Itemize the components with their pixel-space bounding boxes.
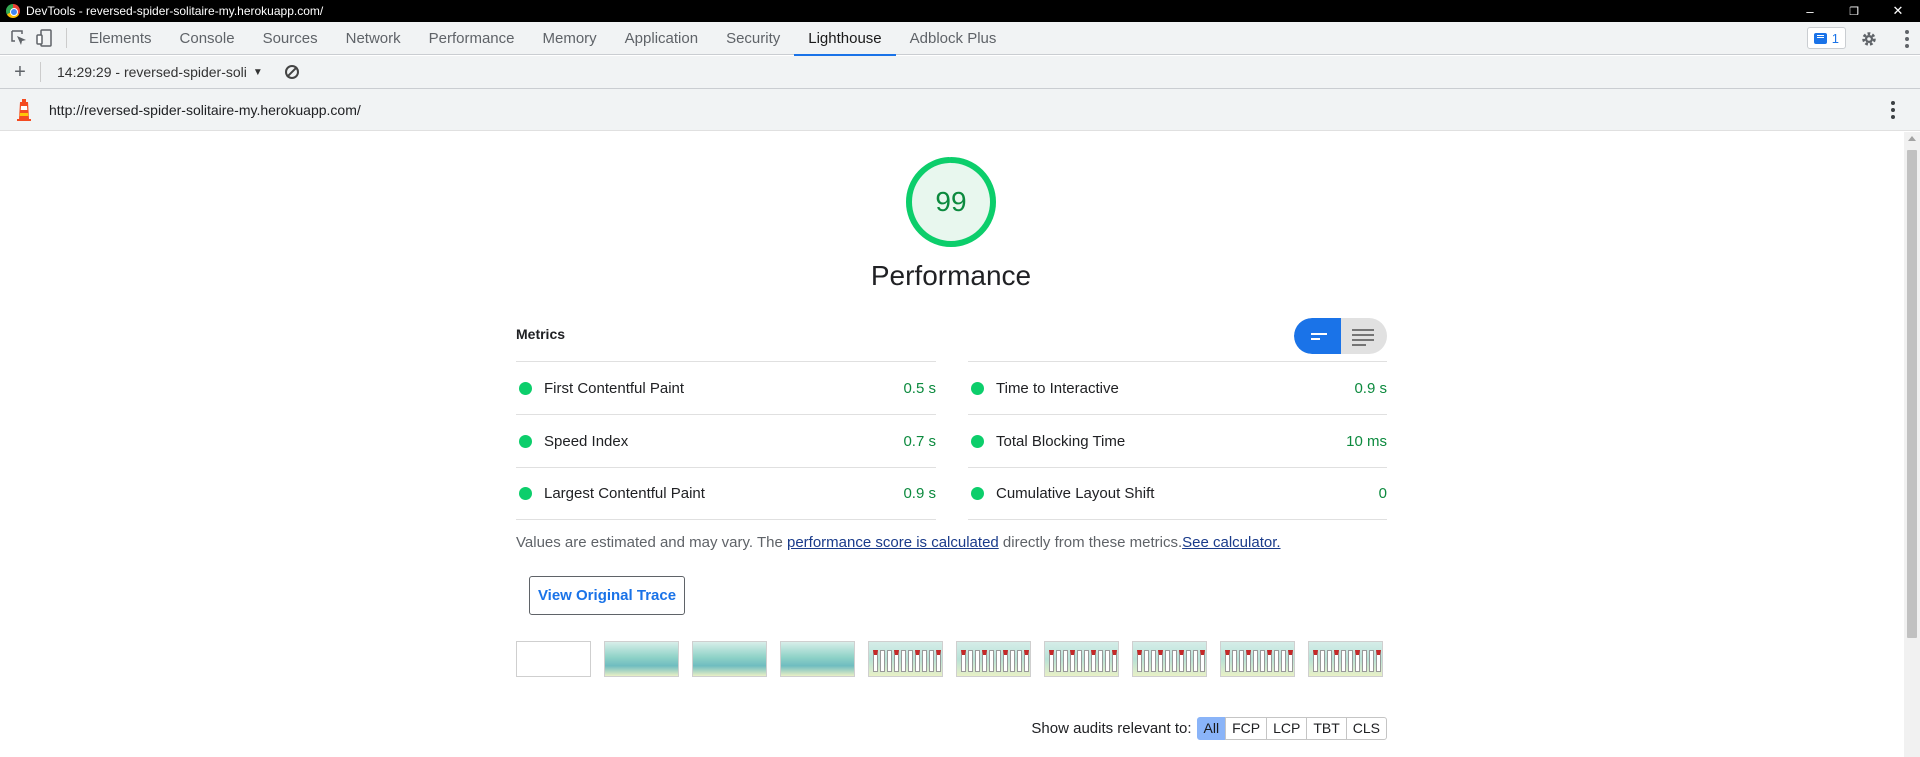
report-menu-icon[interactable] [1890,101,1896,119]
filmstrip-frame [1132,641,1207,677]
toolbar-divider [66,28,67,48]
metric-row: Time to Interactive 0.9 s [968,361,1387,414]
restore-button[interactable]: ❐ [1832,0,1876,22]
metrics-heading: Metrics [516,326,566,342]
tab-adblock-plus[interactable]: Adblock Plus [896,22,1011,55]
filmstrip-frame [956,641,1031,677]
metric-name: Speed Index [544,432,629,450]
report-url-bar: http://reversed-spider-solitaire-my.hero… [0,89,1920,131]
metric-value: 0 [1378,485,1387,502]
lighthouse-report: 99 Performance Metrics First Contentful … [0,132,1904,757]
chrome-icon [6,4,20,18]
issues-count: 1 [1831,30,1839,46]
toolbar-divider [40,62,41,82]
device-toolbar-icon[interactable] [32,25,58,51]
view-original-trace-button[interactable]: View Original Trace [529,576,685,615]
filter-chip-cls[interactable]: CLS [1345,717,1387,740]
metrics-right-column: Time to Interactive 0.9 s Total Blocking T… [968,361,1387,520]
metric-name: First Contentful Paint [544,379,685,397]
tab-memory[interactable]: Memory [529,22,611,55]
metrics-left-column: First Contentful Paint 0.5 s Speed Index 0.… [516,361,936,520]
clear-reports-icon[interactable] [284,65,299,79]
issues-button[interactable]: 1 [1806,27,1846,49]
metric-value: 0.7 s [903,432,936,450]
pass-indicator-icon [971,381,984,395]
tab-elements[interactable]: Elements [75,22,166,55]
new-report-button[interactable]: + [0,61,40,84]
inspect-element-icon[interactable] [6,25,32,51]
filmstrip-frame [868,641,943,677]
metric-row: Cumulative Layout Shift 0 [968,467,1387,520]
metric-name: Total Blocking Time [996,432,1126,450]
filter-chip-all[interactable]: All [1196,717,1227,740]
metrics-note: Values are estimated and may vary. The p… [516,534,1281,551]
lighthouse-toolbar: + 14:29:29 - reversed-spider-soli ▼ [0,56,1920,89]
tab-security[interactable]: Security [712,22,794,55]
window-title: DevTools - reversed-spider-solitaire-my.… [26,4,324,18]
tab-performance[interactable]: Performance [415,22,529,55]
metric-name: Time to Interactive [996,379,1119,397]
note-text: directly from these metrics. [1002,534,1183,551]
filter-chip-tbt[interactable]: TBT [1306,717,1347,740]
pass-indicator-icon [971,487,984,500]
audit-filter: Show audits relevant to: All FCP LCP TBT CLS [1031,717,1387,740]
devtools-tabs: Elements Console Sources Network Performance… [75,22,1011,56]
metric-value: 10 ms [1346,432,1387,450]
metric-row: First Contentful Paint 0.5 s [516,361,936,414]
scrollbar-thumb[interactable] [1907,150,1917,638]
filmstrip-frame [780,641,855,677]
score-calculated-link[interactable]: performance score is calculated [787,534,999,551]
filter-chip-fcp[interactable]: FCP [1225,717,1268,740]
pass-indicator-icon [519,487,532,500]
filter-chip-lcp[interactable]: LCP [1266,717,1308,740]
tab-application[interactable]: Application [611,22,712,55]
pass-indicator-icon [971,434,984,448]
tab-console[interactable]: Console [166,22,249,55]
pass-indicator-icon [519,381,532,395]
performance-score: 99 [935,186,967,217]
close-button[interactable]: ✕ [1876,0,1920,22]
category-title: Performance [870,260,1032,291]
filmstrip-frame [1044,641,1119,677]
minimize-button[interactable]: – [1788,0,1832,22]
vertical-scrollbar[interactable] [1904,132,1920,757]
dropdown-caret-icon: ▼ [252,66,263,78]
issues-icon [1813,32,1827,44]
metrics-view-toggle[interactable] [1294,318,1387,354]
filmstrip-frame [1308,641,1383,677]
metric-value: 0.9 s [1354,379,1387,397]
window-title-bar: DevTools - reversed-spider-solitaire-my.… [0,0,1920,22]
devtools-tab-bar: Elements Console Sources Network Performance… [0,22,1920,56]
more-options-icon[interactable] [1904,30,1910,48]
note-text: Values are estimated and may vary. The [516,534,783,551]
filmstrip-frame [1220,641,1295,677]
metric-value: 0.5 s [903,379,936,397]
tab-network[interactable]: Network [332,22,415,55]
see-calculator-link[interactable]: See calculator. [1182,534,1280,551]
report-selector[interactable]: 14:29:29 - reversed-spider-soli ▼ [57,64,263,80]
lighthouse-logo-icon [17,98,31,121]
pass-indicator-icon [519,434,532,448]
tab-sources[interactable]: Sources [249,22,332,55]
report-url: http://reversed-spider-solitaire-my.hero… [49,101,361,118]
filmstrip-frame [604,641,679,677]
compact-view-button[interactable] [1294,318,1341,354]
metric-value: 0.9 s [903,485,936,502]
settings-gear-icon[interactable] [1860,30,1878,48]
tab-lighthouse[interactable]: Lighthouse [794,22,897,56]
metric-row: Largest Contentful Paint 0.9 s [516,467,936,520]
report-selector-value: 14:29:29 - reversed-spider-soli [57,64,247,80]
metric-row: Total Blocking Time 10 ms [968,414,1387,467]
filmstrip-frame [692,641,767,677]
filmstrip-frame [516,641,591,677]
metric-name: Largest Contentful Paint [544,485,705,502]
audit-filter-label: Show audits relevant to: [1031,720,1192,737]
scroll-up-arrow-icon[interactable] [1908,136,1916,141]
metric-row: Speed Index 0.7 s [516,414,936,467]
metric-name: Cumulative Layout Shift [996,485,1155,502]
